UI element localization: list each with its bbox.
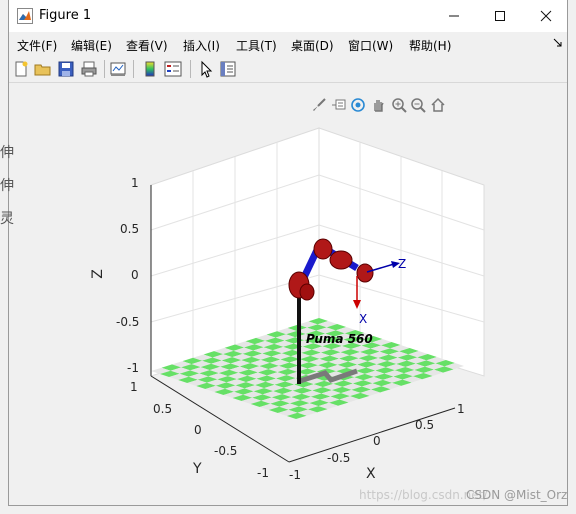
background-text: 伸 <box>0 178 14 194</box>
x-tick-label: 1 <box>457 402 465 416</box>
z-tick-label: 0.5 <box>120 222 140 236</box>
y-tick-label: 1 <box>130 380 138 394</box>
robot-joint-elbow <box>313 238 333 260</box>
background-text: 灵 <box>0 211 14 227</box>
y-tick-label: 0.5 <box>153 402 173 416</box>
axes-3d[interactable]: Z X Puma 560 <box>9 0 567 506</box>
x-tick-label: 0 <box>373 434 381 448</box>
robot-joint-wrist <box>356 263 374 283</box>
z-tick-label: 1 <box>131 176 139 190</box>
x-tick-label: -0.5 <box>327 451 351 465</box>
frame-z-label: Z <box>398 257 406 271</box>
watermark-author: CSDN @Mist_Orz <box>466 488 568 502</box>
robot-joint-shoulder-2 <box>299 283 315 301</box>
z-tick-label: -1 <box>127 361 139 375</box>
robot-joint-elbow-2 <box>329 250 353 270</box>
y-axis-label: Y <box>193 461 202 477</box>
robot-name-label: Puma 560 <box>306 332 373 346</box>
x-axis-label: X <box>366 466 376 482</box>
y-tick-label: 0 <box>194 423 202 437</box>
figure-window: Figure 1 文件(F) 编辑(E) 查看(V) 插入(I) 工具(T) 桌… <box>8 0 568 506</box>
x-tick-label: -1 <box>289 468 301 482</box>
z-axis-label: Z <box>89 269 106 279</box>
z-tick-label: 0 <box>131 268 139 282</box>
z-tick-label: -0.5 <box>116 315 140 329</box>
x-tick-label: 0.5 <box>415 418 435 432</box>
x-axis-line <box>288 407 456 463</box>
background-text: 伸 <box>0 145 14 161</box>
y-tick-label: -0.5 <box>214 444 238 458</box>
y-tick-label: -1 <box>257 466 269 480</box>
frame-x-label: X <box>359 312 367 326</box>
